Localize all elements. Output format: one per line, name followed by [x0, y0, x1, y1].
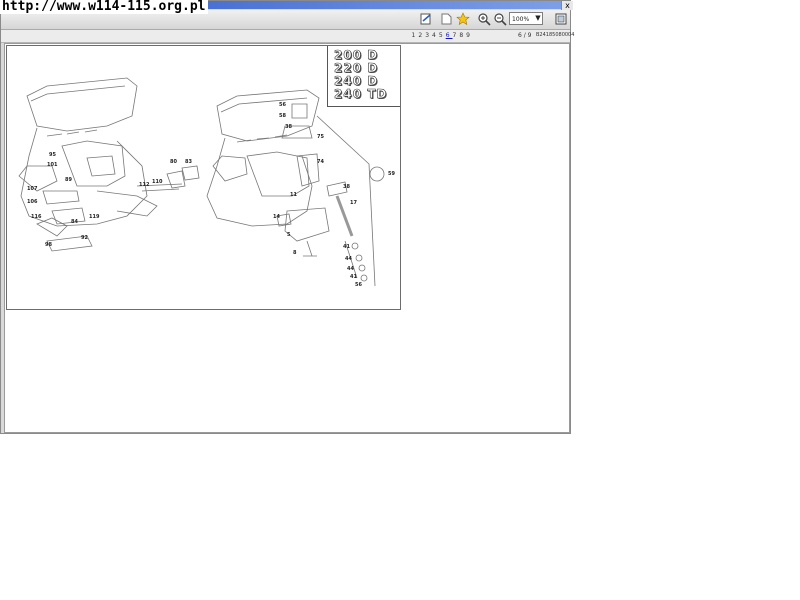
callout-116: 116 — [31, 214, 42, 220]
url-watermark: http://www.w114-115.org.pl — [0, 0, 208, 14]
callout-83: 83 — [185, 159, 192, 165]
callout-56b: 56 — [355, 282, 362, 288]
engine-mount-diagram: 95 101 89 107 106 116 84 119 92 98 112 1… — [6, 45, 401, 310]
model-badge-220d: 220 D — [334, 61, 379, 76]
page-link-5[interactable]: 5 — [439, 32, 446, 39]
model-badges: 200 D 220 D 240 D 240 TD — [327, 46, 400, 107]
callout-119: 119 — [89, 214, 100, 220]
callout-80: 80 — [170, 159, 177, 165]
callout-14: 14 — [273, 214, 280, 220]
document-viewport[interactable]: 95 101 89 107 106 116 84 119 92 98 112 1… — [4, 43, 570, 433]
callout-38b: 38 — [343, 184, 350, 190]
callout-74: 74 — [317, 159, 324, 165]
page-navigation: 123456789 6 / 9 B24185080004 — [1, 30, 574, 43]
document-code: B24185080004 — [536, 32, 575, 38]
callout-41b: 41 — [350, 274, 357, 280]
callout-59: 59 — [388, 171, 395, 177]
callout-75: 75 — [317, 134, 324, 140]
page-link-4[interactable]: 4 — [432, 32, 439, 39]
page-icon[interactable] — [439, 12, 453, 26]
model-badge-200d: 200 D — [334, 48, 379, 63]
callout-44: 44 — [345, 256, 352, 262]
chevron-down-icon[interactable]: ▼ — [533, 12, 543, 25]
callout-5: 5 — [287, 232, 291, 238]
page-link-3[interactable]: 3 — [425, 32, 432, 39]
zoom-in-icon[interactable] — [477, 12, 491, 26]
callout-56: 56 — [279, 102, 286, 108]
callout-98: 98 — [45, 242, 52, 248]
callout-84: 84 — [71, 219, 78, 225]
callout-44b: 44 — [347, 266, 354, 272]
callout-92: 92 — [81, 235, 88, 241]
callout-41: 41 — [343, 244, 350, 250]
page-link-9[interactable]: 9 — [466, 32, 473, 39]
callout-8: 8 — [293, 250, 297, 256]
close-button[interactable]: x — [561, 1, 573, 10]
callout-58: 58 — [279, 113, 286, 119]
callout-89: 89 — [65, 177, 72, 183]
callout-110: 110 — [152, 179, 163, 185]
callout-17: 17 — [350, 200, 357, 206]
page-count: 6 / 9 — [518, 32, 532, 39]
model-badge-240d: 240 D — [334, 74, 379, 89]
model-badge-240td: 240 TD — [334, 87, 388, 102]
page-link-6[interactable]: 6 — [446, 32, 453, 39]
callout-11: 11 — [290, 192, 297, 198]
zoom-out-icon[interactable] — [493, 12, 507, 26]
viewer-window: x 100% ▼ 123456789 6 / 9 B24185080004 95… — [0, 0, 574, 434]
callout-38: 38 — [285, 124, 292, 130]
favorite-star-icon[interactable] — [456, 12, 470, 26]
page-links: 123456789 — [412, 32, 473, 39]
fit-page-icon[interactable] — [554, 12, 568, 26]
callout-107: 107 — [27, 186, 38, 192]
callout-112: 112 — [139, 182, 150, 188]
edit-icon[interactable] — [419, 12, 433, 26]
callout-101: 101 — [47, 162, 58, 168]
callout-95: 95 — [49, 152, 56, 158]
callout-106: 106 — [27, 199, 38, 205]
